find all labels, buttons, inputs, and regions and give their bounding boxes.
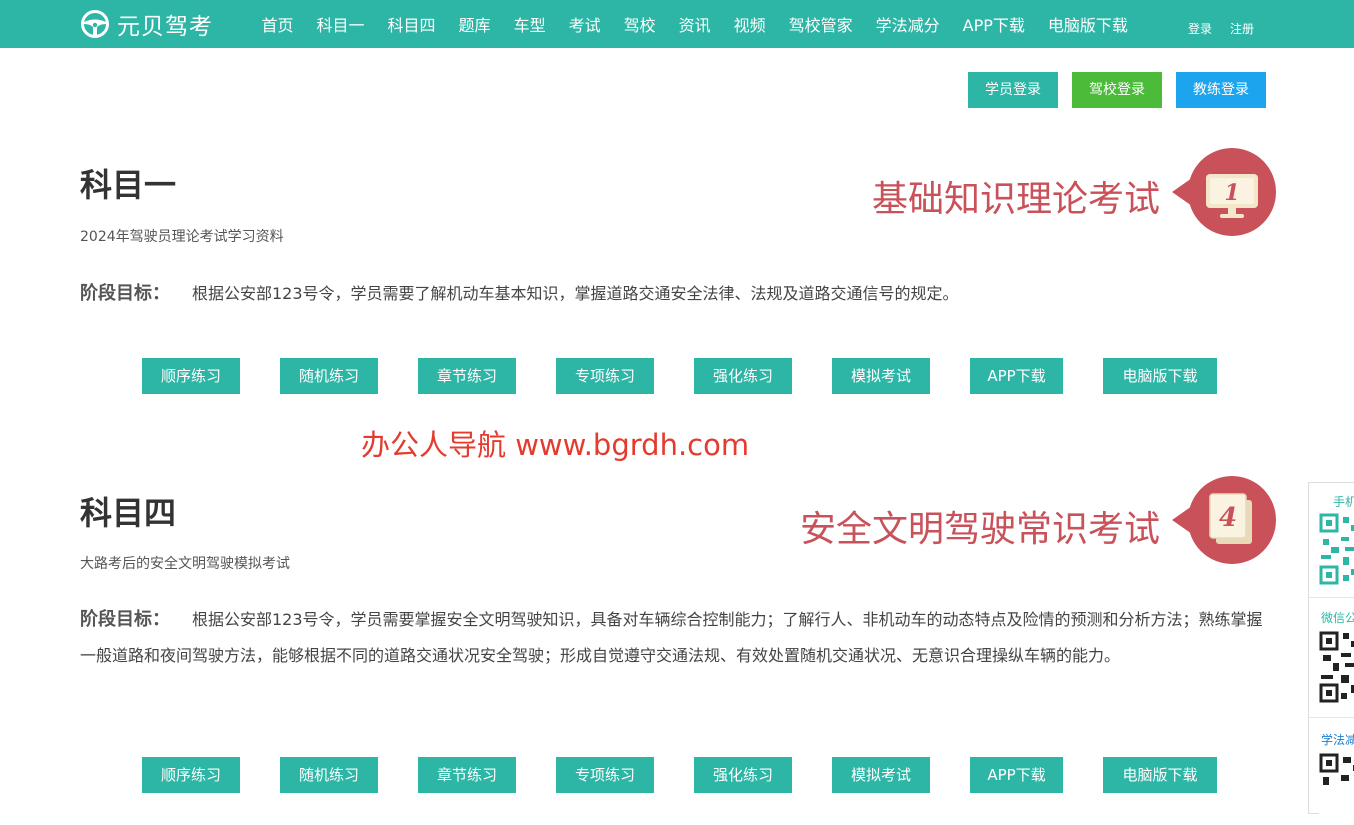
subject4-goal: 阶段目标： 根据公安部123号令，学员需要掌握安全文明驾驶知识，具备对车辆综合控制… — [80, 602, 1272, 674]
nav-exam[interactable]: 考试 — [557, 12, 612, 36]
side-divider — [1309, 717, 1354, 718]
nav-vehicle-type[interactable]: 车型 — [502, 12, 557, 36]
subject1-app-download-button[interactable]: APP下载 — [970, 358, 1063, 394]
watermark-text: 办公人导航 www.bgrdh.com — [361, 428, 750, 462]
subject1-subtitle: 2024年驾驶员理论考试学习资料 — [80, 229, 284, 245]
side-label-wechat: 微信公 — [1321, 611, 1354, 625]
subject4-mock-exam-button[interactable]: 模拟考试 — [832, 757, 930, 793]
brand-name: 元贝驾考 — [117, 14, 213, 40]
subject1-chapter-practice-button[interactable]: 章节练习 — [418, 358, 516, 394]
subject1-slogan: 基础知识理论考试 — [871, 179, 1160, 220]
top-navbar: 元贝驾考 首页 科目一 科目四 题库 车型 考试 驾校 资讯 视频 驾校管家 学… — [0, 0, 1354, 48]
nav-app-download[interactable]: APP下载 — [951, 12, 1036, 36]
qr-code-icon[interactable] — [1319, 513, 1354, 585]
student-login-button[interactable]: 学员登录 — [968, 72, 1058, 108]
side-qr-panel: 手机 微信公 学法减 — [1308, 482, 1354, 825]
nav-question-bank[interactable]: 题库 — [447, 12, 502, 36]
subject1-topic-practice-button[interactable]: 专项练习 — [556, 358, 654, 394]
register-link[interactable]: 注册 — [1230, 20, 1254, 37]
nav-subject4[interactable]: 科目四 — [376, 12, 447, 36]
subject1-mock-exam-button[interactable]: 模拟考试 — [832, 358, 930, 394]
qr-code-icon[interactable] — [1319, 631, 1354, 703]
subject1-title: 科目一 — [80, 166, 177, 204]
side-label-study: 学法减 — [1321, 733, 1354, 747]
main-nav: 首页 科目一 科目四 题库 车型 考试 驾校 资讯 视频 驾校管家 学法减分 A… — [250, 0, 1139, 48]
subject4-subtitle: 大路考后的安全文明驾驶模拟考试 — [80, 556, 290, 572]
subject4-goal-label: 阶段目标： — [80, 609, 170, 630]
nav-video[interactable]: 视频 — [722, 12, 777, 36]
steering-wheel-icon — [81, 10, 109, 38]
nav-news[interactable]: 资讯 — [667, 12, 722, 36]
subject4-chapter-practice-button[interactable]: 章节练习 — [418, 757, 516, 793]
subject4-random-practice-button[interactable]: 随机练习 — [280, 757, 378, 793]
subject4-intensive-practice-button[interactable]: 强化练习 — [694, 757, 792, 793]
nav-school-manager[interactable]: 驾校管家 — [777, 12, 864, 36]
nav-study-deduct[interactable]: 学法减分 — [864, 12, 951, 36]
subject1-pc-download-button[interactable]: 电脑版下载 — [1103, 358, 1217, 394]
nav-home[interactable]: 首页 — [250, 12, 305, 36]
side-divider — [1309, 597, 1354, 598]
subject1-goal: 阶段目标： 根据公安部123号令，学员需要了解机动车基本知识，掌握道路交通安全法律… — [80, 276, 1272, 312]
side-label-mobile: 手机 — [1333, 495, 1354, 509]
login-link[interactable]: 登录 — [1188, 20, 1212, 37]
qr-code-icon[interactable] — [1319, 753, 1354, 825]
subject1-sequential-practice-button[interactable]: 顺序练习 — [142, 358, 240, 394]
login-buttons: 学员登录 驾校登录 教练登录 — [968, 72, 1266, 108]
badge-monitor-icon: 1 — [1172, 148, 1276, 236]
subject1-random-practice-button[interactable]: 随机练习 — [280, 358, 378, 394]
subject4-sequential-practice-button[interactable]: 顺序练习 — [142, 757, 240, 793]
subject4-slogan: 安全文明驾驶常识考试 — [799, 509, 1160, 550]
brand-logo[interactable]: 元贝驾考 — [80, 9, 213, 40]
badge1-number: 1 — [1224, 180, 1239, 206]
subject4-goal-text: 根据公安部123号令，学员需要掌握安全文明驾驶知识，具备对车辆综合控制能力；了解… — [80, 610, 1263, 665]
subject4-pc-download-button[interactable]: 电脑版下载 — [1103, 757, 1217, 793]
subject1-intensive-practice-button[interactable]: 强化练习 — [694, 358, 792, 394]
subject1-goal-text: 根据公安部123号令，学员需要了解机动车基本知识，掌握道路交通安全法律、法规及道… — [192, 284, 959, 303]
subject4-topic-practice-button[interactable]: 专项练习 — [556, 757, 654, 793]
badge-book-icon: 4 — [1172, 476, 1276, 564]
subject4-title: 科目四 — [80, 494, 177, 532]
subject1-goal-label: 阶段目标： — [80, 283, 170, 304]
nav-subject1[interactable]: 科目一 — [305, 12, 376, 36]
badge4-number: 4 — [1219, 503, 1237, 533]
coach-login-button[interactable]: 教练登录 — [1176, 72, 1266, 108]
nav-pc-download[interactable]: 电脑版下载 — [1036, 12, 1139, 36]
auth-links: 登录 注册 — [1188, 20, 1254, 37]
school-login-button[interactable]: 驾校登录 — [1072, 72, 1162, 108]
subject4-app-download-button[interactable]: APP下载 — [970, 757, 1063, 793]
nav-driving-school[interactable]: 驾校 — [612, 12, 667, 36]
